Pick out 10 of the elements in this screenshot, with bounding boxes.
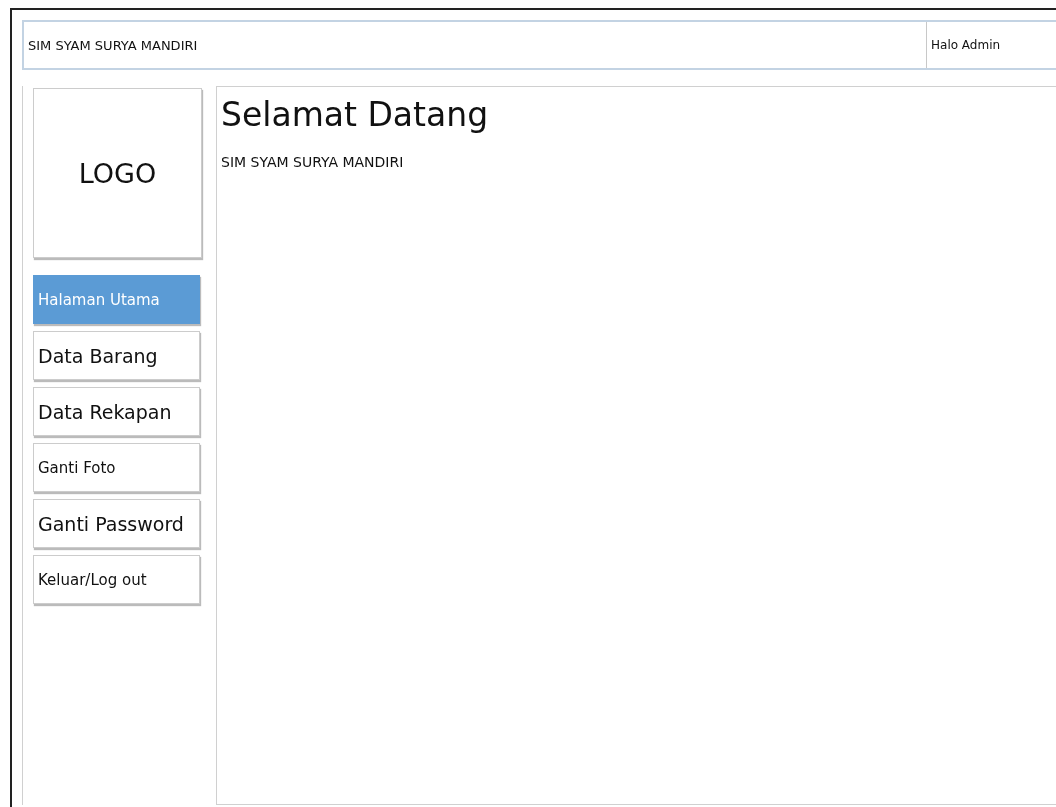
page-heading: Selamat Datang [221, 95, 490, 134]
nav-item[interactable]: Keluar/Log out [33, 555, 200, 604]
nav-item[interactable]: Data Rekapan [33, 387, 200, 436]
nav-item[interactable]: Data Barang [33, 331, 200, 380]
subtitle-text: SIM SYAM SURYA MANDIRI [221, 154, 405, 170]
greeting-text: Halo Admin [930, 37, 1001, 54]
app-title: SIM SYAM SURYA MANDIRI [24, 22, 927, 68]
nav-item[interactable]: Ganti Foto [33, 443, 200, 492]
nav-item[interactable]: Ganti Password [33, 499, 200, 548]
logo-text: LOGO [78, 157, 157, 189]
